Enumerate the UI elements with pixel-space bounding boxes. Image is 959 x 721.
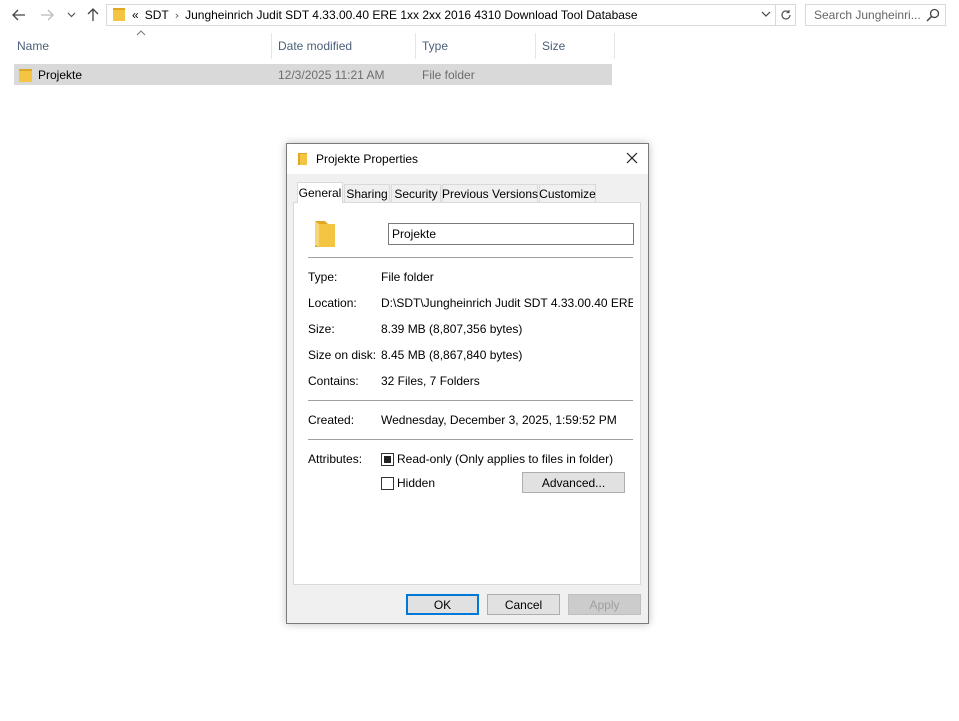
hidden-label[interactable]: Hidden bbox=[397, 476, 435, 490]
column-divider[interactable] bbox=[415, 33, 416, 59]
column-header-name[interactable]: Name bbox=[13, 33, 271, 59]
forward-arrow-icon[interactable] bbox=[38, 4, 56, 26]
created-label: Created: bbox=[308, 413, 355, 427]
breadcrumb-current-folder[interactable]: Jungheinrich Judit SDT 4.33.00.40 ERE 1x… bbox=[185, 8, 638, 22]
tab-customize[interactable]: Customize bbox=[539, 184, 596, 202]
contains-value: 32 Files, 7 Folders bbox=[381, 374, 480, 388]
file-name: Projekte bbox=[38, 67, 83, 82]
contains-label: Contains: bbox=[308, 374, 359, 388]
general-tab-panel: Projekte Type: File folder Location: D:\… bbox=[293, 202, 641, 585]
up-arrow-icon[interactable] bbox=[84, 4, 102, 26]
readonly-checkbox[interactable] bbox=[381, 453, 394, 466]
breadcrumb-separator-icon[interactable]: › bbox=[175, 9, 179, 22]
column-divider[interactable] bbox=[535, 33, 536, 59]
recent-locations-chevron-icon[interactable] bbox=[64, 4, 78, 26]
column-header-date-modified[interactable]: Date modified bbox=[274, 33, 414, 59]
location-label: Location: bbox=[308, 296, 357, 310]
folder-icon bbox=[112, 6, 126, 25]
cancel-button[interactable]: Cancel bbox=[487, 594, 560, 615]
dialog-title-bar[interactable]: Projekte Properties bbox=[287, 144, 648, 174]
breadcrumb-overflow[interactable]: « bbox=[132, 8, 139, 22]
address-bar[interactable]: « SDT › Jungheinrich Judit SDT 4.33.00.4… bbox=[106, 4, 776, 26]
size-on-disk-label: Size on disk: bbox=[308, 348, 377, 362]
type-value: File folder bbox=[381, 270, 434, 284]
search-input[interactable]: Search Jungheinri... bbox=[805, 4, 946, 26]
column-header-type[interactable]: Type bbox=[418, 33, 534, 59]
back-arrow-icon[interactable] bbox=[10, 4, 28, 26]
properties-dialog: Projekte Properties General Sharing Secu… bbox=[286, 143, 649, 624]
size-value: 8.39 MB (8,807,356 bytes) bbox=[381, 322, 523, 336]
breadcrumb-sdt[interactable]: SDT bbox=[145, 8, 169, 22]
apply-button[interactable]: Apply bbox=[568, 594, 641, 615]
refresh-icon[interactable] bbox=[776, 4, 796, 26]
tab-general[interactable]: General bbox=[297, 182, 343, 203]
size-label: Size: bbox=[308, 322, 335, 336]
attributes-label: Attributes: bbox=[308, 452, 363, 466]
folder-icon bbox=[18, 64, 33, 85]
folder-name-field[interactable]: Projekte bbox=[388, 223, 634, 245]
explorer-toolbar: « SDT › Jungheinrich Judit SDT 4.33.00.4… bbox=[0, 0, 959, 30]
file-type: File folder bbox=[422, 67, 475, 82]
file-date-modified: 12/3/2025 11:21 AM bbox=[278, 67, 385, 82]
divider bbox=[308, 257, 633, 258]
readonly-label[interactable]: Read-only (Only applies to files in fold… bbox=[397, 452, 613, 466]
location-value: D:\SDT\Jungheinrich Judit SDT 4.33.00.40… bbox=[381, 296, 633, 310]
column-header-size[interactable]: Size bbox=[538, 33, 614, 59]
dialog-title: Projekte Properties bbox=[316, 152, 419, 166]
search-placeholder: Search Jungheinri... bbox=[814, 8, 921, 22]
tab-security[interactable]: Security bbox=[391, 184, 441, 202]
column-divider[interactable] bbox=[614, 33, 615, 59]
search-icon[interactable] bbox=[926, 8, 940, 25]
ok-button[interactable]: OK bbox=[406, 594, 479, 615]
folder-icon bbox=[297, 152, 308, 166]
tab-previous-versions[interactable]: Previous Versions bbox=[442, 184, 538, 202]
advanced-button[interactable]: Advanced... bbox=[522, 472, 625, 493]
divider bbox=[308, 439, 633, 440]
column-divider[interactable] bbox=[271, 33, 272, 59]
tab-sharing[interactable]: Sharing bbox=[344, 184, 390, 202]
type-label: Type: bbox=[308, 270, 338, 284]
file-row-projekte[interactable]: Projekte 12/3/2025 11:21 AM File folder bbox=[14, 64, 612, 85]
size-on-disk-value: 8.45 MB (8,867,840 bytes) bbox=[381, 348, 523, 362]
divider bbox=[308, 400, 633, 401]
close-icon[interactable] bbox=[624, 150, 640, 166]
hidden-checkbox[interactable] bbox=[381, 477, 394, 490]
created-value: Wednesday, December 3, 2025, 1:59:52 PM bbox=[381, 413, 617, 427]
address-dropdown-icon[interactable] bbox=[761, 7, 771, 20]
large-folder-icon bbox=[314, 219, 336, 252]
